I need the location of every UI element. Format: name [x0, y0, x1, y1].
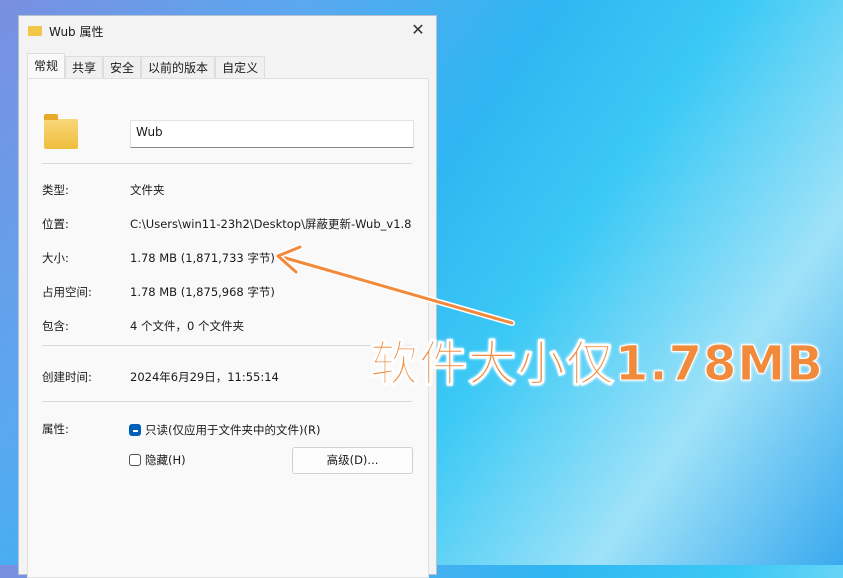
annotation-arrow [275, 244, 515, 326]
annotation-text: 软件大小仅1.78MB [370, 336, 824, 393]
